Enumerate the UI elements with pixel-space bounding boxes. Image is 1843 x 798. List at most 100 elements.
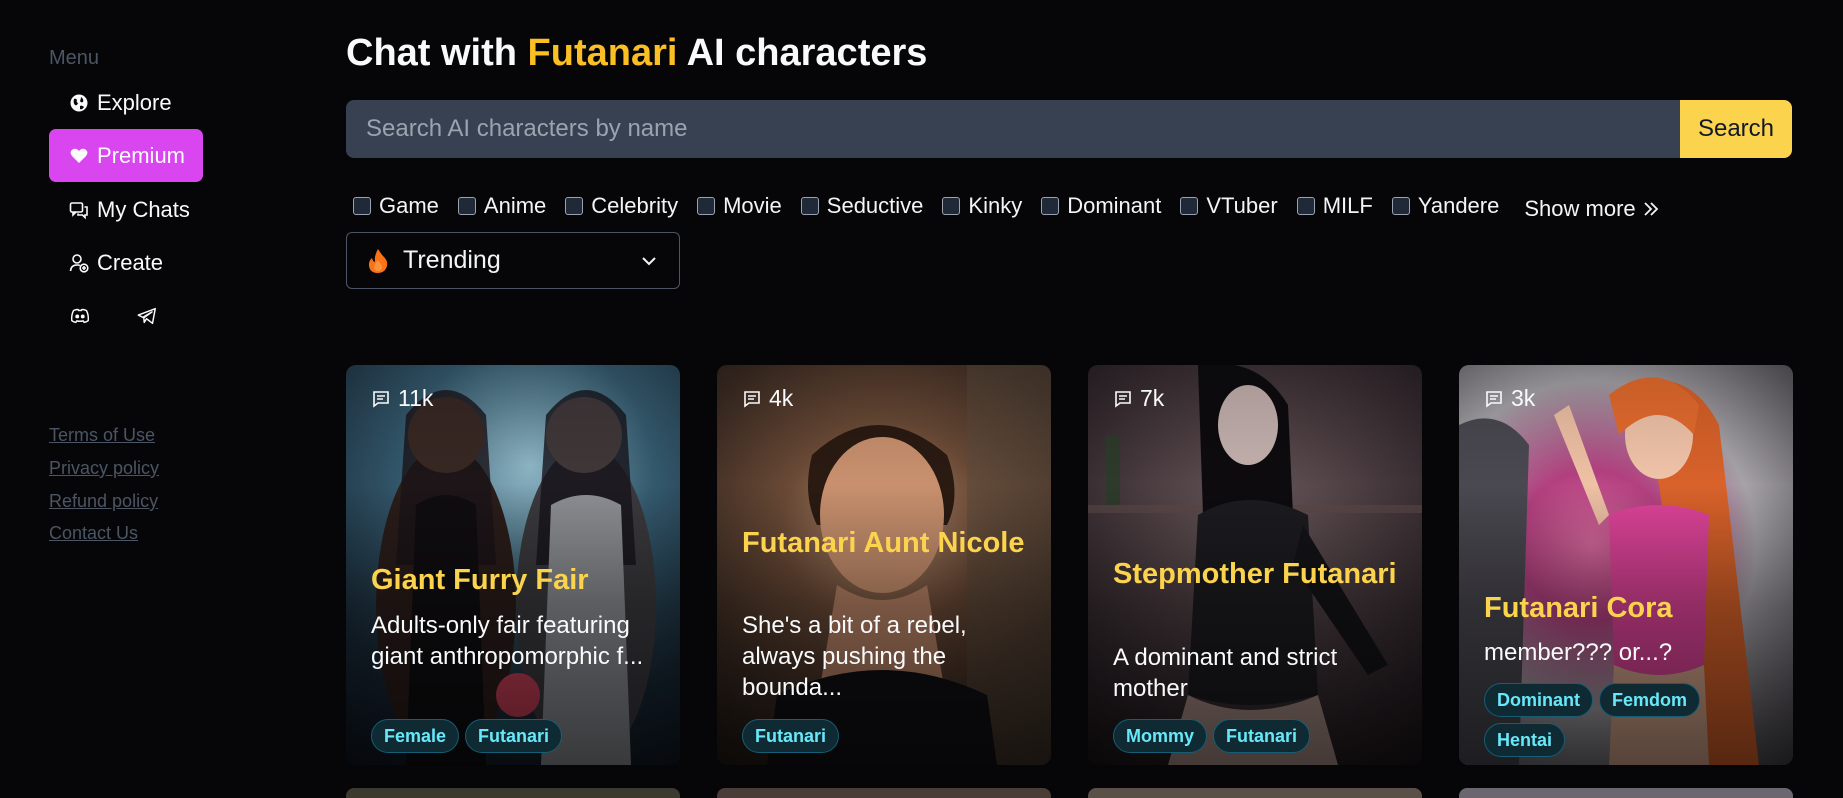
- tag-futanari[interactable]: Futanari: [1213, 719, 1311, 753]
- telegram-icon: [137, 307, 156, 325]
- search-button[interactable]: Search: [1680, 100, 1792, 158]
- tag-dominant[interactable]: Dominant: [1484, 683, 1593, 717]
- terms-of-use-link[interactable]: Terms of Use: [49, 425, 155, 446]
- filter-label: Game: [379, 193, 439, 218]
- filter-checkbox[interactable]: [457, 197, 476, 215]
- discord-icon: [70, 308, 90, 324]
- telegram-link[interactable]: [135, 304, 159, 328]
- sidebar-item-premium[interactable]: Premium: [49, 129, 203, 182]
- next-row-card-edge: [346, 788, 680, 798]
- fire-icon: [368, 248, 388, 273]
- card-title: Futanari Cora: [1484, 592, 1673, 624]
- character-card[interactable]: 11k Giant Furry Fair Adults-only fair fe…: [346, 365, 680, 765]
- privacy-policy-link[interactable]: Privacy policy: [49, 458, 159, 479]
- message-icon: [1486, 390, 1502, 408]
- sidebar-item-explore[interactable]: Explore: [49, 76, 203, 129]
- message-count: 4k: [743, 385, 793, 412]
- message-count-value: 4k: [769, 385, 794, 411]
- sidebar-item-my-chats[interactable]: My Chats: [49, 183, 203, 236]
- tag-female[interactable]: Female: [371, 719, 460, 753]
- filter-game[interactable]: Game: [353, 193, 439, 219]
- sidebar-item-label: My Chats: [97, 196, 190, 222]
- filter-yandere[interactable]: Yandere: [1391, 193, 1500, 219]
- character-card[interactable]: 4k Futanari Aunt Nicole She's a bit of a…: [717, 365, 1051, 765]
- filter-label: Anime: [483, 193, 547, 218]
- message-icon: [373, 390, 389, 408]
- tag-femdom[interactable]: Femdom: [1599, 683, 1701, 717]
- next-row-card-edge: [717, 788, 1051, 798]
- contact-us-link[interactable]: Contact Us: [49, 523, 138, 544]
- card-title: Giant Furry Fair: [371, 564, 589, 596]
- tag-futanari[interactable]: Futanari: [465, 719, 563, 753]
- card-title: Stepmother Futanari: [1113, 558, 1397, 590]
- tag-mommy[interactable]: Mommy: [1113, 719, 1208, 753]
- filter-vtuber[interactable]: VTuber: [1180, 193, 1278, 219]
- filter-checkbox[interactable]: [800, 197, 819, 215]
- heart-icon: [70, 148, 88, 163]
- filter-checkbox[interactable]: [353, 197, 371, 215]
- menu-title: Menu: [49, 47, 100, 69]
- sidebar-item-label: Create: [97, 249, 164, 275]
- title-accent: Futanari: [527, 32, 678, 74]
- refund-policy-link[interactable]: Refund policy: [49, 491, 158, 512]
- search-input[interactable]: [346, 100, 1680, 158]
- next-row-card-edge: [1088, 788, 1422, 798]
- filter-checkbox[interactable]: [1296, 197, 1315, 215]
- filter-dominant[interactable]: Dominant: [1041, 193, 1161, 219]
- sidebar-item-label: Premium: [97, 142, 186, 168]
- filter-movie[interactable]: Movie: [697, 193, 782, 219]
- filter-label: Kinky: [968, 193, 1023, 218]
- title-prefix: Chat with: [346, 32, 528, 74]
- filter-label: Yandere: [1417, 193, 1500, 218]
- filter-label: Movie: [723, 193, 782, 218]
- filter-kinky[interactable]: Kinky: [942, 193, 1022, 219]
- filter-label: Dominant: [1067, 193, 1162, 218]
- chevron-down-icon: [642, 256, 656, 265]
- tag-futanari[interactable]: Futanari: [742, 719, 840, 753]
- card-description: A dominant and strict mother: [1113, 644, 1338, 702]
- message-count: 3k: [1485, 385, 1535, 412]
- double-chevron-right-icon: [1644, 201, 1658, 216]
- search-bar: Search: [346, 100, 1792, 158]
- card-tags: Dominant Femdom Hentai: [1484, 683, 1773, 757]
- filter-checkbox[interactable]: [1180, 197, 1199, 215]
- filter-checkbox[interactable]: [565, 197, 584, 215]
- filter-checkbox[interactable]: [1391, 197, 1410, 215]
- title-suffix: AI characters: [677, 32, 928, 74]
- filter-label: Celebrity: [591, 193, 679, 218]
- filter-label: VTuber: [1206, 193, 1278, 218]
- character-card[interactable]: 7k Stepmother Futanari A dominant and st…: [1088, 365, 1422, 765]
- globe-icon: [70, 94, 88, 111]
- card-tags: Female Futanari: [371, 719, 660, 753]
- filter-anime[interactable]: Anime: [457, 193, 547, 219]
- card-overlay: [717, 365, 1051, 765]
- sidebar-item-create[interactable]: Create: [49, 236, 203, 289]
- message-icon: [1115, 390, 1131, 408]
- user-plus-icon: [69, 253, 89, 273]
- category-filters: Game Anime Celebrity Movie Seductive Kin…: [353, 192, 1660, 222]
- filter-label: Seductive: [826, 193, 924, 218]
- message-count-value: 11k: [398, 385, 434, 411]
- filter-checkbox[interactable]: [1041, 197, 1060, 215]
- tag-hentai[interactable]: Hentai: [1484, 723, 1566, 757]
- filter-celebrity[interactable]: Celebrity: [565, 193, 678, 219]
- message-icon: [744, 390, 760, 408]
- card-description: Adults-only fair featuring giant anthrop…: [371, 612, 644, 670]
- discord-link[interactable]: [68, 304, 92, 328]
- sort-dropdown[interactable]: Trending: [346, 232, 680, 289]
- card-title: Futanari Aunt Nicole: [742, 527, 1025, 559]
- message-count-value: 3k: [1511, 385, 1536, 411]
- message-count: 11k: [372, 385, 433, 412]
- card-description: She's a bit of a rebel, always pushing t…: [742, 612, 967, 701]
- show-more-button[interactable]: Show more: [1524, 196, 1659, 222]
- filter-label: MILF: [1322, 193, 1373, 218]
- sort-selected-value: Trending: [403, 246, 501, 274]
- filter-seductive[interactable]: Seductive: [800, 193, 924, 219]
- filter-checkbox[interactable]: [942, 197, 961, 215]
- card-tags: Futanari: [742, 719, 1031, 753]
- card-tags: Mommy Futanari: [1113, 719, 1402, 753]
- next-row-card-edge: [1459, 788, 1793, 798]
- character-card[interactable]: 3k Futanari Cora member??? or...? Domina…: [1459, 365, 1793, 765]
- filter-checkbox[interactable]: [697, 197, 716, 215]
- filter-milf[interactable]: MILF: [1296, 193, 1373, 219]
